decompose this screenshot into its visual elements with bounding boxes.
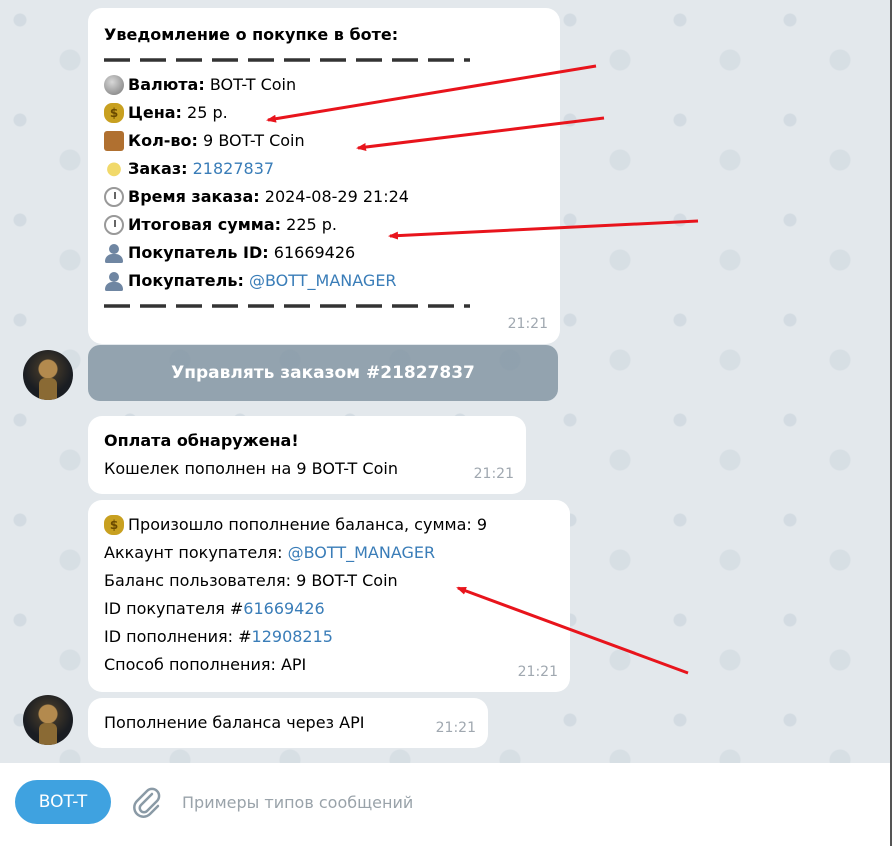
row-value: BOT-T Coin: [209, 75, 297, 94]
bot-avatar[interactable]: [23, 350, 73, 400]
row-buyer: Покупатель: @BOTT_MANAGER: [104, 267, 544, 295]
clock-icon: [104, 215, 124, 235]
composer-bar: BOT-T: [0, 763, 892, 846]
message-time: 21:21: [435, 720, 476, 736]
bot-menu-button[interactable]: BOT-T: [15, 780, 111, 824]
buyer-username-link[interactable]: @BOTT_MANAGER: [249, 267, 397, 295]
row-label: Покупатель:: [128, 271, 244, 290]
line-label: Аккаунт покупателя:: [104, 543, 283, 562]
row-value: 61669426: [273, 243, 356, 262]
money-bag-icon: $: [104, 103, 124, 123]
api-topup-message: Пополнение баланса через API 21:21: [88, 698, 488, 748]
topup-amount-line: $ Произошло пополнение баланса, сумма: 9: [104, 511, 554, 539]
paperclip-icon[interactable]: [128, 784, 164, 820]
message-input[interactable]: [180, 781, 784, 823]
message-text: Пополнение баланса через API: [104, 713, 365, 732]
row-price: $ Цена: 25 р.: [104, 99, 544, 127]
dash-divider: [104, 304, 470, 308]
message-time: 21:21: [507, 316, 548, 332]
row-label: Валюта:: [128, 75, 205, 94]
row-order: ● Заказ: 21827837: [104, 155, 544, 183]
purchase-notification-message: Уведомление о покупке в боте: Валюта: BO…: [88, 8, 560, 344]
topup-id-line: ID пополнения: #12908215: [104, 623, 554, 651]
chat-area: Уведомление о покупке в боте: Валюта: BO…: [0, 0, 890, 763]
buyer-account-line: Аккаунт покупателя: @BOTT_MANAGER: [104, 539, 554, 567]
clock-icon: [104, 187, 124, 207]
row-quantity: Кол-во: 9 BOT-T Coin: [104, 127, 544, 155]
row-order-time: Время заказа: 2024-08-29 21:24: [104, 183, 544, 211]
row-total: Итоговая сумма: 225 р.: [104, 211, 544, 239]
order-number-link[interactable]: 21827837: [193, 155, 274, 183]
row-label: Цена:: [128, 103, 182, 122]
buyer-id-line: ID покупателя #61669426: [104, 595, 554, 623]
user-balance-line: Баланс пользователя: 9 BOT-T Coin: [104, 571, 398, 590]
message-title: Оплата обнаружена!: [104, 431, 299, 450]
row-value: 2024-08-29 21:24: [264, 187, 409, 206]
row-currency: Валюта: BOT-T Coin: [104, 71, 544, 99]
user-icon: [104, 243, 124, 263]
topup-method-line: Способ пополнения: API: [104, 655, 307, 674]
money-bag-icon: $: [104, 515, 124, 535]
manage-order-button[interactable]: Управлять заказом #21827837: [88, 345, 558, 401]
bot-avatar[interactable]: [23, 695, 73, 745]
row-buyer-id: Покупатель ID: 61669426: [104, 239, 544, 267]
row-label: Время заказа:: [128, 187, 260, 206]
dash-divider: [104, 58, 470, 62]
topup-id-link[interactable]: 12908215: [252, 623, 333, 651]
line-label: ID пополнения: #: [104, 627, 252, 646]
message-title: Уведомление о покупке в боте:: [104, 25, 399, 44]
line-label: ID покупателя #: [104, 599, 244, 618]
message-time: 21:21: [473, 466, 514, 482]
row-label: Покупатель ID:: [128, 243, 269, 262]
row-value: 225 р.: [286, 215, 338, 234]
user-icon: [104, 271, 124, 291]
package-icon: [104, 131, 124, 151]
coin-icon: [104, 75, 124, 95]
message-time: 21:21: [517, 664, 558, 680]
row-label: Кол-во:: [128, 131, 198, 150]
row-label: Итоговая сумма:: [128, 215, 282, 234]
buyer-id-link[interactable]: 61669426: [243, 595, 324, 623]
payment-detected-message: Оплата обнаружена! Кошелек пополнен на 9…: [88, 416, 526, 494]
buyer-account-link[interactable]: @BOTT_MANAGER: [288, 539, 436, 567]
lightbulb-icon: ●: [106, 158, 122, 179]
row-value: 25 р.: [187, 103, 228, 122]
message-text: Кошелек пополнен на 9 BOT-T Coin: [104, 459, 398, 478]
line-text: Произошло пополнение баланса, сумма: 9: [128, 515, 488, 534]
row-value: 9 BOT-T Coin: [203, 131, 305, 150]
balance-topup-message: $ Произошло пополнение баланса, сумма: 9…: [88, 500, 570, 692]
row-label: Заказ:: [128, 159, 188, 178]
